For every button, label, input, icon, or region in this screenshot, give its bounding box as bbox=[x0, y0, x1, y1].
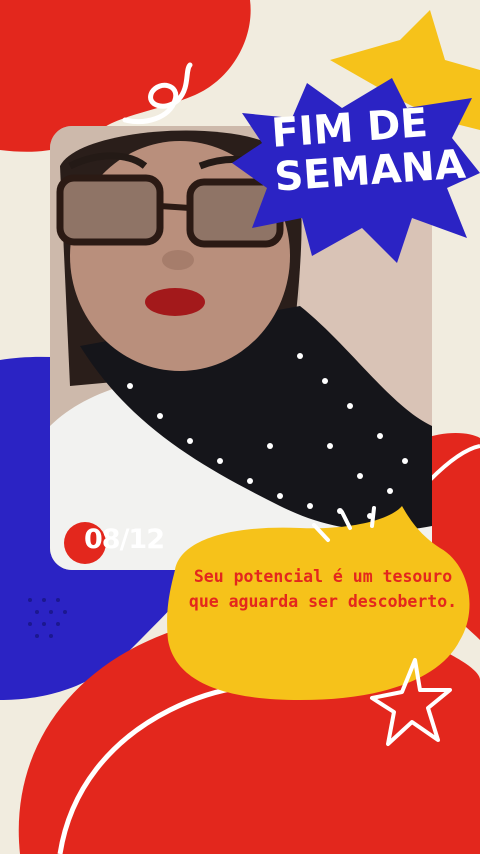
quote-line-2: que aguarda ser descoberto. bbox=[188, 592, 458, 611]
quote-bubble bbox=[167, 506, 470, 746]
story-canvas: FIM DE SEMANA 08/12 Seu potencial é um t… bbox=[0, 0, 480, 854]
quote-line-1: Seu potencial é um tesouro bbox=[193, 567, 453, 586]
quote: Seu potencial é um tesouro que aguarda s… bbox=[178, 564, 468, 614]
